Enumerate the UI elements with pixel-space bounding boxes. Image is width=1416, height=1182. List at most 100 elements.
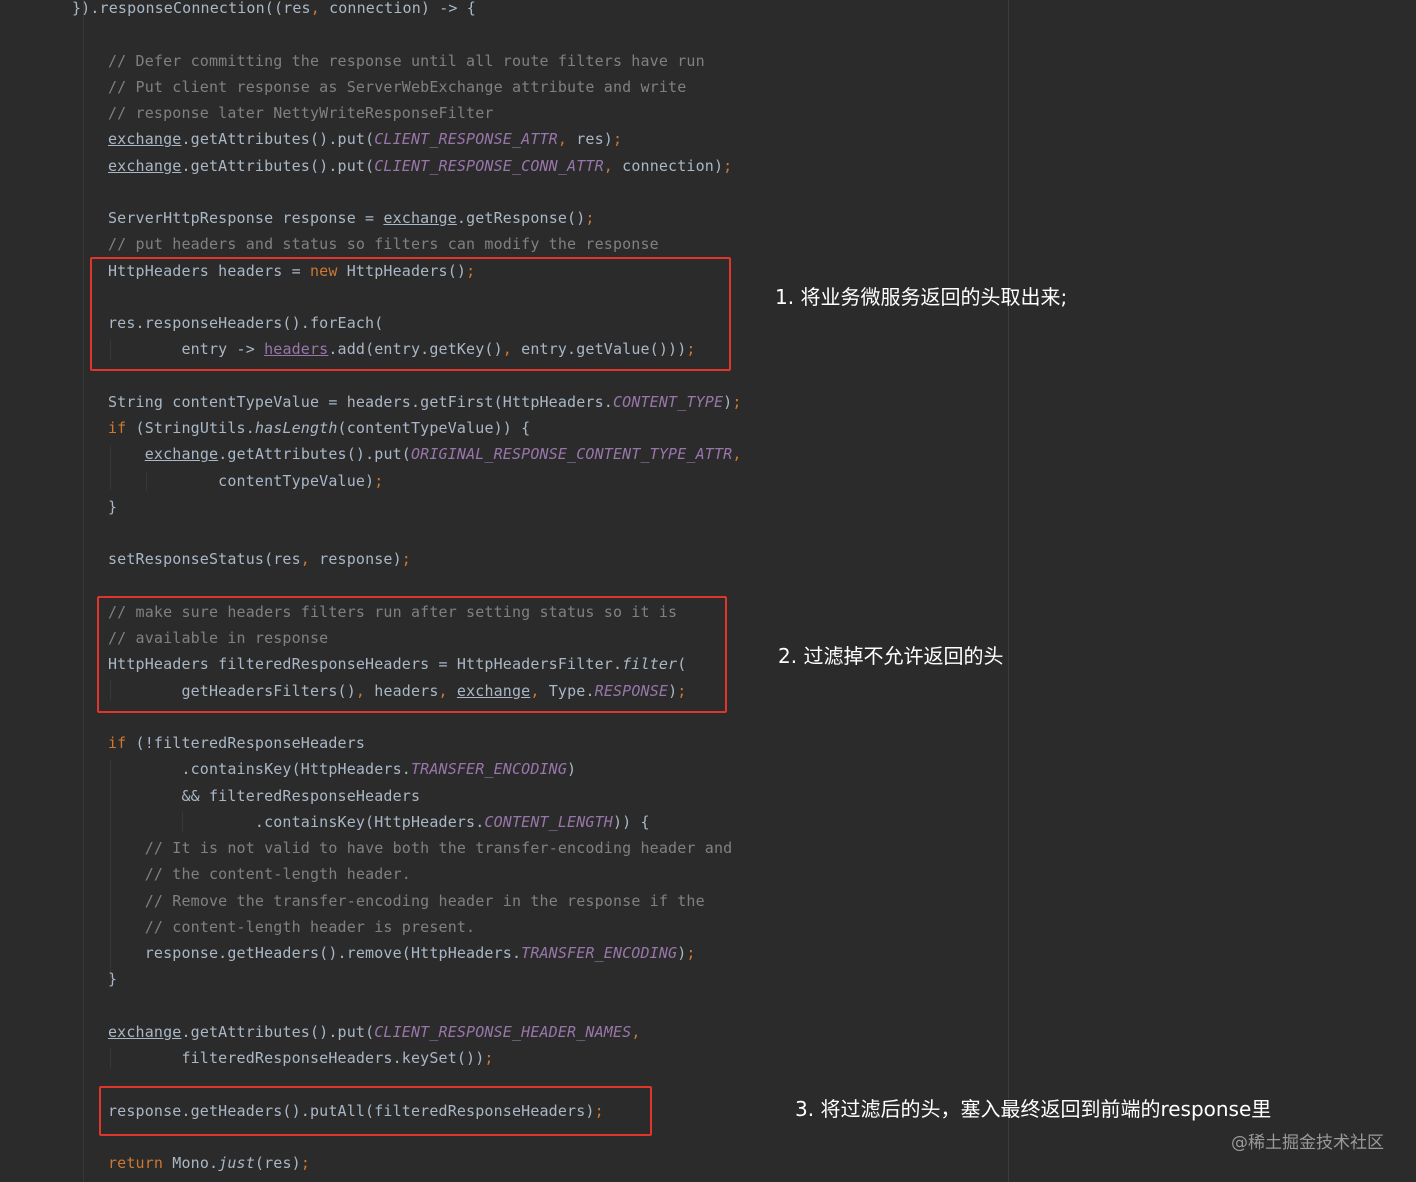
code-token: CONTENT_TYPE: [612, 392, 724, 411]
code-line: ServerHttpResponse response = exchange.g…: [108, 208, 595, 228]
code-line: String contentTypeValue = headers.getFir…: [108, 392, 742, 412]
code-line: // Defer committing the response until a…: [108, 51, 705, 71]
code-token: Mono.: [163, 1154, 219, 1172]
code-token: ,: [300, 550, 310, 569]
code-token: contentTypeValue): [108, 471, 375, 490]
highlight-box-2: [97, 596, 727, 713]
code-token: ;: [686, 944, 696, 962]
code-token: exchange: [383, 209, 457, 227]
code-line: filteredResponseHeaders.keySet());: [108, 1048, 494, 1068]
code-token: (contentTypeValue)) {: [337, 419, 531, 437]
code-token: // Remove the transfer-encoding header i…: [144, 891, 705, 910]
code-token: }: [108, 497, 118, 516]
code-token: filteredResponseHeaders.keySet()): [108, 1049, 485, 1067]
code-line: return Mono.just(res);: [108, 1153, 310, 1173]
code-token: ,: [557, 130, 568, 149]
code-token: // response later NettyWriteResponseFilt…: [108, 104, 494, 122]
code-token: ;: [732, 392, 742, 411]
code-token: ,: [631, 1022, 641, 1041]
code-line: // content-length header is present.: [108, 917, 475, 937]
highlight-box-1: [90, 257, 731, 371]
code-token: )) {: [612, 812, 650, 831]
code-token: ): [567, 760, 577, 779]
code-line: .containsKey(HttpHeaders.CONTENT_LENGTH)…: [108, 812, 650, 832]
code-token: ;: [300, 1154, 311, 1172]
code-token: exchange: [108, 130, 182, 149]
code-line: exchange.getAttributes().put(CLIENT_RESP…: [108, 156, 732, 176]
code-token: if: [108, 734, 127, 752]
code-token: .containsKey(HttpHeaders.: [108, 760, 411, 779]
annotation-note-1: 1. 将业务微服务返回的头取出来;: [775, 285, 1068, 309]
indent-guide: [83, 0, 84, 1182]
code-editor[interactable]: }).responseConnection((res, connection) …: [0, 0, 1416, 1182]
code-token: && filteredResponseHeaders: [108, 786, 421, 805]
code-token: // It is not valid to have both the tran…: [144, 839, 733, 857]
code-token: ,: [603, 156, 613, 175]
code-token: .getAttributes().put(: [181, 156, 375, 175]
annotation-note-3: 3. 将过滤后的头，塞入最终返回到前端的response里: [795, 1097, 1272, 1121]
code-token: .getAttributes().put(: [181, 130, 375, 149]
code-token: CONTENT_LENGTH: [484, 812, 613, 831]
code-token: ;: [484, 1049, 494, 1067]
code-token: CLIENT_RESPONSE_ATTR: [374, 130, 558, 149]
code-token: .containsKey(HttpHeaders.: [108, 812, 485, 831]
code-token: ,: [732, 445, 742, 464]
code-token: ;: [723, 156, 733, 175]
code-token: ;: [401, 550, 411, 569]
code-token: hasLength: [254, 419, 338, 437]
code-line: && filteredResponseHeaders: [108, 786, 420, 806]
code-token: TRANSFER_ENCODING: [521, 944, 678, 962]
code-line: contentTypeValue);: [108, 471, 383, 491]
code-token: response): [309, 550, 402, 569]
code-token: }).responseConnection((res: [72, 0, 311, 17]
watermark: @稀土掘金技术社区: [1231, 1133, 1384, 1153]
code-line: exchange.getAttributes().put(CLIENT_RESP…: [108, 129, 622, 149]
code-token: .getAttributes().put(: [218, 445, 411, 464]
code-token: response.getHeaders().remove(HttpHeaders…: [108, 944, 522, 962]
code-token: ,: [310, 0, 320, 17]
code-token: connection): [612, 156, 724, 175]
code-line: }: [108, 497, 117, 517]
code-token: // Defer committing the response until a…: [108, 51, 705, 70]
code-line: setResponseStatus(res, response);: [108, 549, 411, 569]
code-token: (StringUtils.: [126, 419, 255, 437]
code-line: // It is not valid to have both the tran…: [108, 838, 732, 858]
code-token: ): [723, 392, 733, 411]
code-token: TRANSFER_ENCODING: [410, 760, 568, 779]
code-token: (res): [254, 1154, 301, 1172]
code-line: // Put client response as ServerWebExcha…: [108, 77, 686, 97]
code-token: // Put client response as ServerWebExcha…: [108, 77, 687, 96]
code-token: if: [108, 419, 127, 437]
code-token: ORIGINAL_RESPONSE_CONTENT_TYPE_ATTR: [410, 445, 733, 464]
code-line: if (StringUtils.hasLength(contentTypeVal…: [108, 418, 530, 438]
code-token: CLIENT_RESPONSE_HEADER_NAMES: [374, 1022, 632, 1041]
code-line: // put headers and status so filters can…: [108, 234, 659, 254]
code-token: // the content-length header.: [144, 865, 411, 884]
code-token: exchange: [108, 156, 182, 175]
code-line: exchange.getAttributes().put(CLIENT_RESP…: [108, 1022, 641, 1042]
code-line: }: [108, 969, 117, 989]
code-token: .getResponse(): [456, 209, 586, 227]
code-token: // put headers and status so filters can…: [108, 235, 659, 254]
code-token: ServerHttpResponse response =: [108, 209, 384, 227]
code-token: just: [218, 1154, 255, 1172]
code-line: }).responseConnection((res, connection) …: [72, 0, 476, 18]
code-token: exchange: [144, 445, 219, 464]
code-token: .getAttributes().put(: [181, 1022, 375, 1041]
annotation-note-2: 2. 过滤掉不允许返回的头: [778, 644, 1004, 668]
code-line: .containsKey(HttpHeaders.TRANSFER_ENCODI…: [108, 759, 576, 779]
code-token: // content-length header is present.: [144, 917, 476, 936]
code-token: CLIENT_RESPONSE_CONN_ATTR: [374, 156, 604, 175]
code-line: if (!filteredResponseHeaders: [108, 733, 365, 753]
code-line: // the content-length header.: [108, 864, 411, 884]
code-line: // response later NettyWriteResponseFilt…: [108, 103, 494, 123]
code-token: String contentTypeValue = headers.getFir…: [108, 392, 613, 411]
code-token: ;: [374, 471, 384, 490]
code-token: ;: [585, 209, 595, 227]
code-token: res): [567, 130, 613, 149]
code-line: exchange.getAttributes().put(ORIGINAL_RE…: [108, 444, 742, 464]
